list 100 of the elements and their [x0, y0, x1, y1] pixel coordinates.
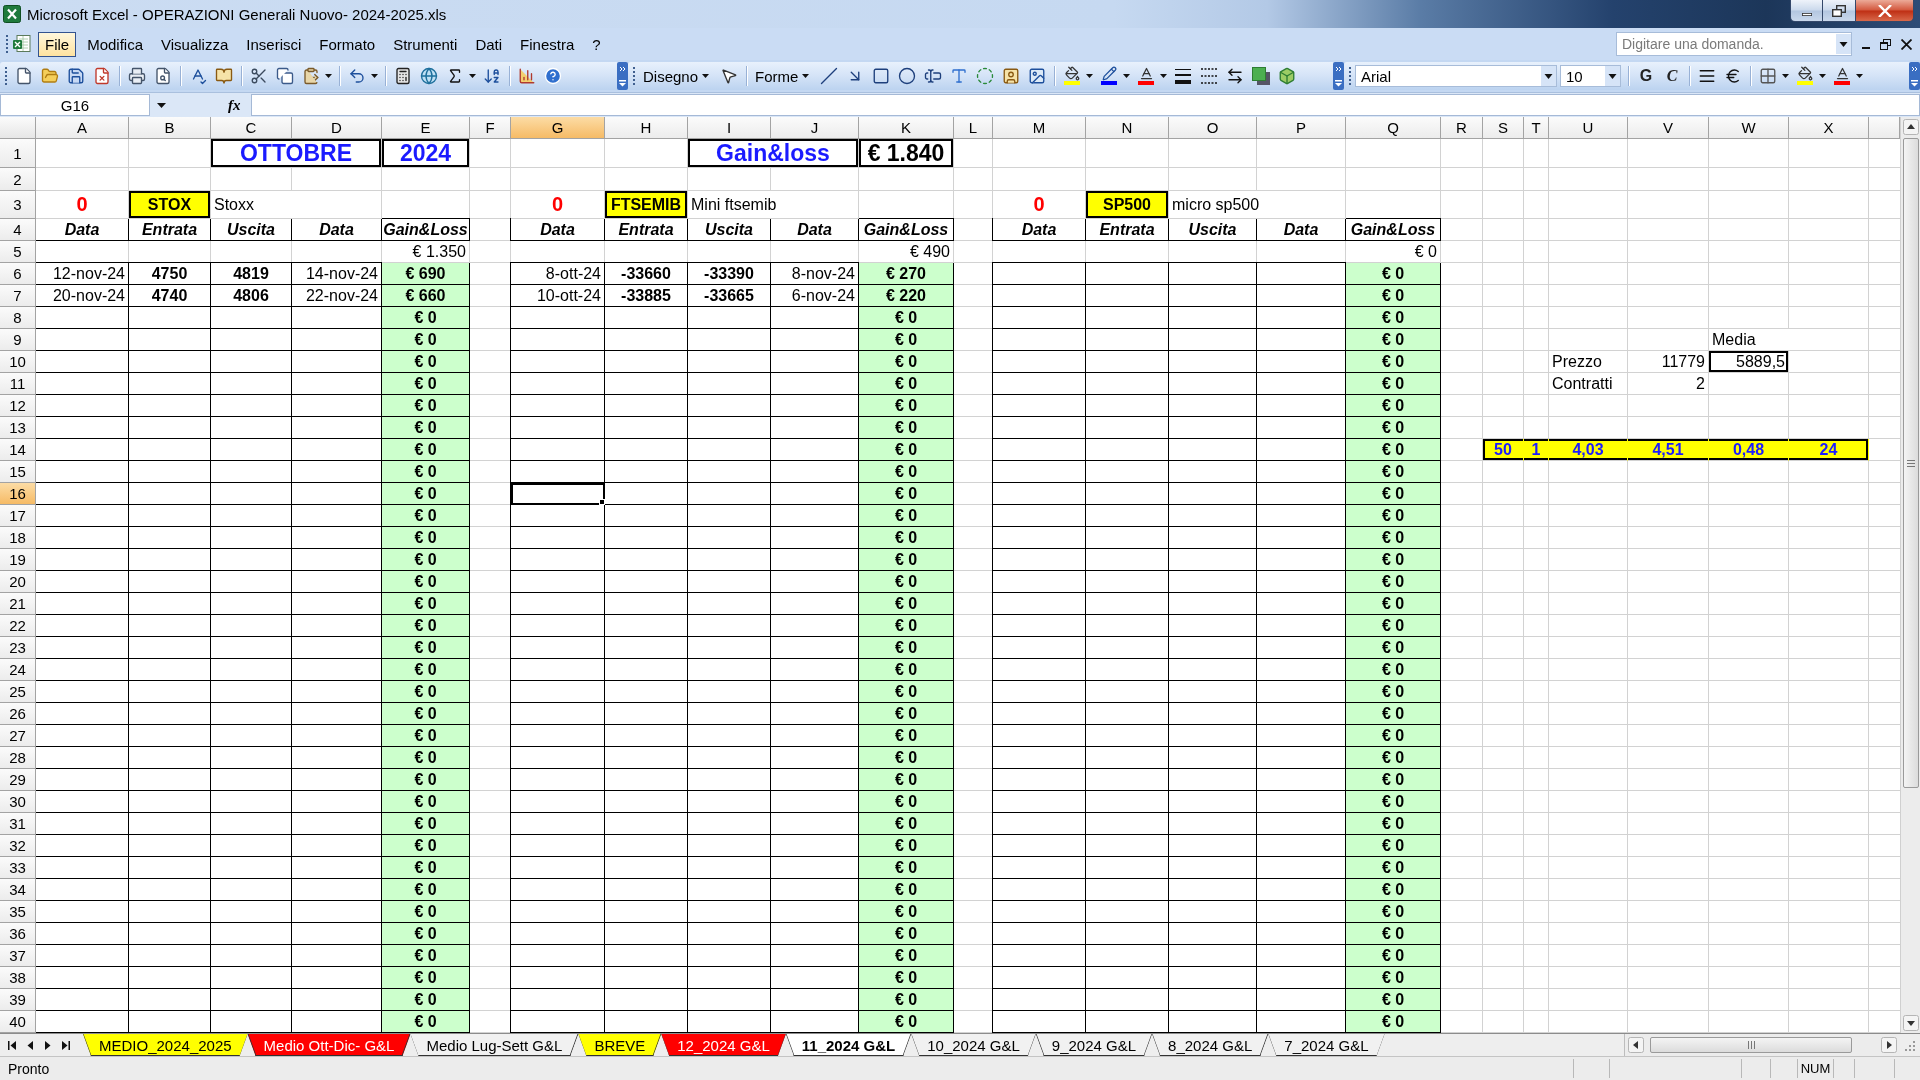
row-header[interactable]: 21 [0, 593, 36, 615]
header-cell[interactable]: Gain&Loss [1346, 219, 1441, 241]
header-cell[interactable]: Uscita [1169, 219, 1257, 241]
result-cell[interactable]: € 690 [382, 263, 470, 285]
highlight-cell[interactable]: 4,51 [1628, 439, 1709, 461]
result-cell[interactable]: € 0 [1346, 857, 1441, 879]
result-cell[interactable]: € 0 [382, 769, 470, 791]
grip-icon[interactable] [632, 66, 636, 86]
sheet-tab[interactable]: 9_2024 G&L [1035, 1034, 1153, 1056]
result-cell[interactable]: € 0 [382, 923, 470, 945]
result-cell[interactable]: € 0 [1346, 461, 1441, 483]
caret-icon[interactable] [1782, 74, 1789, 78]
row-header[interactable]: 7 [0, 285, 36, 307]
result-cell[interactable]: € 0 [1346, 637, 1441, 659]
result-cell[interactable]: € 0 [859, 769, 954, 791]
minimize-button[interactable] [1790, 0, 1823, 22]
blank-page-icon[interactable] [15, 67, 33, 85]
column-header[interactable]: M [993, 117, 1086, 139]
shadow-icon[interactable] [1252, 67, 1271, 85]
result-cell[interactable]: € 220 [859, 285, 954, 307]
column-header[interactable]: S [1483, 117, 1524, 139]
title-cell[interactable]: Gain&loss [688, 139, 859, 168]
row-header[interactable]: 6 [0, 263, 36, 285]
header-cell[interactable]: Entrata [129, 219, 211, 241]
row-header[interactable]: 13 [0, 417, 36, 439]
number-cell[interactable]: -33885 [605, 285, 688, 307]
highlight-cell[interactable]: 50 [1483, 439, 1524, 461]
row-header[interactable]: 31 [0, 813, 36, 835]
row-header[interactable]: 24 [0, 659, 36, 681]
result-cell[interactable]: € 0 [1346, 945, 1441, 967]
result-cell[interactable]: € 0 [859, 505, 954, 527]
horizontal-scrollbar[interactable] [1624, 1034, 1900, 1056]
row-header[interactable]: 19 [0, 549, 36, 571]
row-header[interactable]: 20 [0, 571, 36, 593]
cube-icon[interactable] [1278, 67, 1297, 85]
result-cell[interactable]: € 0 [382, 637, 470, 659]
result-cell[interactable]: € 0 [382, 945, 470, 967]
ticker-cell[interactable]: FTSEMIB [605, 191, 688, 219]
font-color-icon[interactable] [1833, 66, 1851, 86]
result-cell[interactable]: € 660 [382, 285, 470, 307]
paint-bucket-icon[interactable] [1063, 66, 1082, 86]
paint-bucket-icon[interactable] [1796, 66, 1814, 86]
result-cell[interactable]: € 0 [382, 725, 470, 747]
result-cell[interactable]: € 0 [1346, 681, 1441, 703]
result-cell[interactable]: € 0 [1346, 527, 1441, 549]
result-cell[interactable]: € 0 [1346, 571, 1441, 593]
column-header[interactable]: V [1628, 117, 1709, 139]
bar-chart-icon[interactable] [518, 67, 536, 85]
row-header[interactable]: 33 [0, 857, 36, 879]
result-cell[interactable]: € 0 [1346, 351, 1441, 373]
result-cell[interactable]: € 0 [1346, 725, 1441, 747]
restricted-page-icon[interactable] [93, 67, 111, 85]
grip-icon[interactable] [5, 34, 9, 54]
result-cell[interactable]: € 0 [1346, 747, 1441, 769]
highlight-cell[interactable]: 0,48 [1709, 439, 1789, 461]
font-color-icon[interactable] [1137, 66, 1156, 86]
column-header[interactable]: C [211, 117, 292, 139]
result-cell[interactable]: € 0 [859, 879, 954, 901]
dash-style-icon[interactable] [1200, 67, 1219, 85]
result-cell[interactable]: € 0 [1346, 417, 1441, 439]
borders-icon[interactable] [1759, 67, 1777, 85]
header-cell[interactable]: Uscita [688, 219, 771, 241]
result-cell[interactable]: € 0 [859, 813, 954, 835]
pointer-icon[interactable] [720, 67, 739, 85]
result-cell[interactable]: € 0 [382, 791, 470, 813]
grip-icon[interactable] [4, 66, 8, 86]
menu-item[interactable]: Visualizza [154, 31, 236, 57]
row-header[interactable]: 40 [0, 1011, 36, 1033]
header-cell[interactable]: Gain&Loss [382, 219, 470, 241]
previous-tab-icon[interactable] [25, 1040, 35, 1050]
number-cell[interactable]: -33660 [605, 263, 688, 285]
column-header[interactable]: R [1441, 117, 1483, 139]
date-cell[interactable]: 8-ott-24 [511, 263, 605, 285]
result-cell[interactable]: € 0 [1346, 703, 1441, 725]
result-cell[interactable]: € 0 [382, 505, 470, 527]
result-cell[interactable]: € 0 [859, 857, 954, 879]
sheet-tab[interactable]: 11_2024 G&L [785, 1034, 912, 1056]
result-cell[interactable]: € 0 [1346, 483, 1441, 505]
caret-icon[interactable] [469, 74, 476, 78]
result-cell[interactable]: € 0 [382, 857, 470, 879]
row-header[interactable]: 30 [0, 791, 36, 813]
result-cell[interactable]: € 0 [859, 571, 954, 593]
row-header[interactable]: 15 [0, 461, 36, 483]
header-cell[interactable]: Data [292, 219, 382, 241]
result-cell[interactable]: € 0 [1346, 1011, 1441, 1033]
column-header[interactable]: J [771, 117, 859, 139]
result-cell[interactable]: € 0 [1346, 615, 1441, 637]
result-cell[interactable]: € 0 [859, 681, 954, 703]
menu-item[interactable]: File [38, 31, 77, 57]
line-icon[interactable] [820, 67, 839, 85]
line-weight-icon[interactable] [1174, 67, 1193, 85]
book-icon[interactable] [215, 67, 233, 85]
picture-icon[interactable] [1028, 67, 1047, 85]
result-cell[interactable]: € 0 [859, 395, 954, 417]
label-cell[interactable]: Prezzo [1549, 351, 1628, 373]
insert-function-button[interactable]: fx [228, 96, 241, 114]
row-header[interactable]: 38 [0, 967, 36, 989]
bold-button[interactable]: G [1633, 64, 1659, 88]
highlight-cell[interactable]: 1 [1524, 439, 1549, 461]
label-cell[interactable]: Contratti [1549, 373, 1628, 395]
